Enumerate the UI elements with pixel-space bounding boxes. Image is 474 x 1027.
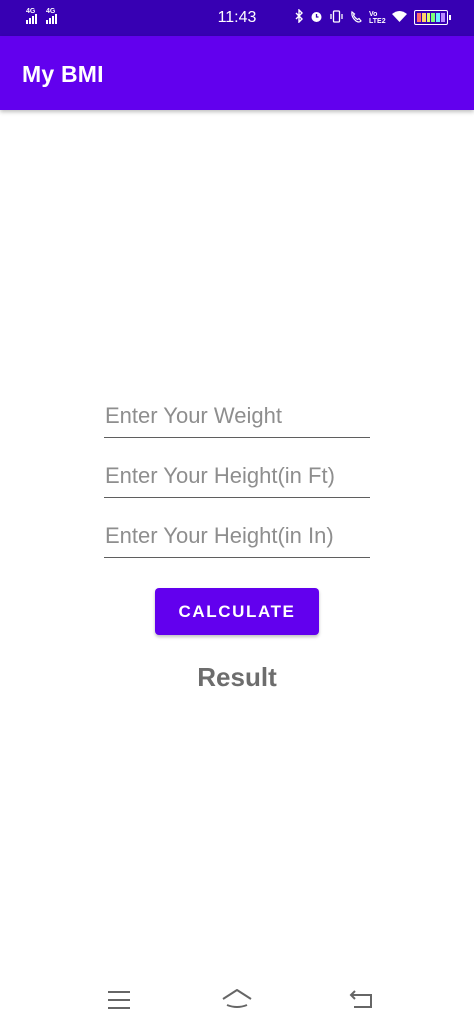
app-bar: My BMI xyxy=(0,36,474,110)
wifi-icon xyxy=(391,10,408,26)
navigation-bar xyxy=(0,975,474,1027)
height-ft-input[interactable] xyxy=(104,454,370,498)
alarm-icon xyxy=(310,10,323,26)
home-icon[interactable] xyxy=(221,987,253,1011)
bluetooth-icon xyxy=(295,8,304,26)
result-text: Result xyxy=(197,662,277,692)
status-icons: Vo LTE2 xyxy=(295,8,451,26)
calculate-button[interactable]: CALCULATE xyxy=(155,588,319,635)
app-title: My BMI xyxy=(22,61,104,87)
weight-input[interactable] xyxy=(104,394,370,438)
battery-icon xyxy=(414,10,451,25)
vibrate-icon xyxy=(329,9,344,26)
menu-icon[interactable] xyxy=(108,991,130,1015)
height-in-input[interactable] xyxy=(104,514,370,558)
status-bar: 4G 4G 11:43 Vo LTE2 xyxy=(0,0,474,36)
call-icon xyxy=(350,10,363,26)
volte-label: Vo LTE2 xyxy=(369,10,386,25)
back-icon[interactable] xyxy=(348,987,374,1011)
